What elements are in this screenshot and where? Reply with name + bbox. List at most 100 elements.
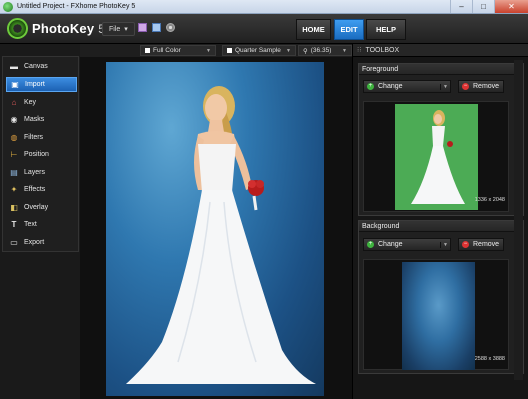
- sidebar-item-effects[interactable]: ✦ Effects: [6, 182, 77, 197]
- text-icon: T: [11, 220, 17, 229]
- sidebar-item-label: Masks: [24, 116, 45, 123]
- background-change-button[interactable]: + Change ▼: [363, 238, 451, 251]
- foreground-panel-title: Foreground ▼: [359, 64, 523, 75]
- color-swatch-icon: [145, 48, 150, 53]
- quality-select[interactable]: Quarter Sample ▼: [222, 45, 296, 56]
- window-titlebar: Untitled Project - FXhome PhotoKey 5 – □…: [0, 0, 528, 14]
- zoom-select[interactable]: ⚲ (36.35) ▼: [298, 45, 352, 56]
- filters-icon: ◍: [10, 133, 18, 142]
- logo-name: PhotoKey: [32, 21, 95, 36]
- foreground-thumbnail[interactable]: [395, 104, 478, 210]
- window-title: Untitled Project - FXhome PhotoKey 5: [17, 3, 136, 10]
- remove-label: Remove: [473, 241, 500, 248]
- foreground-title: Foreground: [362, 65, 399, 73]
- sidebar-item-key[interactable]: ⌂ Key: [6, 95, 77, 110]
- background-title: Background: [362, 222, 400, 230]
- chevron-down-icon: ▼: [286, 47, 291, 54]
- background-panel-title: Background ▼: [359, 221, 523, 232]
- key-icon: ⌂: [11, 98, 17, 107]
- sidebar-item-label: Key: [24, 99, 37, 106]
- effects-icon: ✦: [10, 185, 18, 194]
- app-icon: [3, 1, 13, 12]
- open-project-icon[interactable]: [152, 23, 161, 32]
- sidebar-item-label: Export: [24, 239, 45, 246]
- canvas-area[interactable]: [80, 57, 352, 399]
- composite-preview-image[interactable]: [106, 62, 324, 396]
- background-thumbnail[interactable]: [402, 262, 475, 370]
- sidebar-item-import[interactable]: ▣ Import: [6, 77, 77, 92]
- background-panel: Background ▼ + Change ▼ − Remove 2588 x …: [358, 220, 524, 374]
- edit-sidebar: ▬ Canvas ▣ Import ⌂ Key ◉ Masks ◍ Filter…: [2, 56, 79, 252]
- sidebar-item-canvas[interactable]: ▬ Canvas: [6, 59, 77, 74]
- toolbox-scrollbar[interactable]: [514, 60, 523, 380]
- sidebar-item-position[interactable]: ⊢ Position: [6, 147, 77, 162]
- import-icon: ▣: [11, 80, 19, 89]
- change-label: Change: [378, 241, 403, 248]
- sidebar-item-text[interactable]: T Text: [6, 217, 77, 232]
- chevron-down-icon: ▾: [124, 26, 128, 33]
- background-thumbnail-frame: 2588 x 3888: [363, 259, 509, 370]
- zoom-icon: ⚲: [303, 47, 308, 55]
- foreground-thumbnail-frame: 1336 x 2048: [363, 101, 509, 212]
- plus-icon: +: [367, 83, 374, 90]
- layers-icon: ▤: [10, 168, 18, 177]
- change-label: Change: [378, 83, 403, 90]
- tab-edit[interactable]: EDIT: [334, 19, 364, 40]
- app-header: PhotoKey 5 File ▾ HOME EDIT HELP: [0, 14, 528, 44]
- photokey-logo-icon: [7, 18, 28, 39]
- maximize-button[interactable]: □: [472, 0, 494, 13]
- sidebar-item-label: Canvas: [24, 63, 48, 70]
- sidebar-item-label: Position: [24, 151, 49, 158]
- toolbox-header: ⁝⁝ TOOLBOX: [353, 44, 528, 57]
- file-menu-label: File: [109, 25, 121, 33]
- bride-figure: [126, 86, 316, 384]
- color-mode-value: Full Color: [153, 47, 181, 54]
- export-icon: ▭: [10, 238, 18, 247]
- chevron-down-icon: ▼: [342, 47, 347, 54]
- foreground-dimensions: 1336 x 2048: [474, 197, 505, 203]
- canvas-icon: ▬: [10, 62, 18, 71]
- zoom-value: (36.35): [310, 47, 332, 54]
- quality-icon: [227, 48, 232, 53]
- toolbox-panel: ⁝⁝ TOOLBOX Foreground ▼ + Change ▼ − Rem…: [352, 44, 528, 399]
- sidebar-item-label: Import: [25, 81, 45, 88]
- app-logo: PhotoKey 5: [7, 18, 105, 39]
- remove-label: Remove: [473, 83, 500, 90]
- grip-icon[interactable]: ⁝⁝: [357, 46, 361, 54]
- minimize-button[interactable]: –: [450, 0, 472, 13]
- sidebar-item-layers[interactable]: ▤ Layers: [6, 165, 77, 180]
- minus-icon: −: [462, 83, 469, 90]
- sidebar-item-export[interactable]: ▭ Export: [6, 235, 77, 250]
- plus-icon: +: [367, 241, 374, 248]
- tab-help[interactable]: HELP: [366, 19, 406, 40]
- chevron-down-icon[interactable]: ▼: [440, 241, 450, 248]
- sidebar-item-label: Text: [24, 221, 37, 228]
- toolbox-title: TOOLBOX: [365, 46, 400, 54]
- file-menu[interactable]: File ▾: [102, 22, 135, 36]
- foreground-remove-button[interactable]: − Remove: [458, 80, 504, 93]
- window-controls: – □ ✕: [450, 0, 528, 14]
- overlay-icon: ◧: [10, 203, 18, 212]
- save-project-icon[interactable]: [166, 23, 175, 32]
- position-icon: ⊢: [10, 150, 18, 159]
- close-button[interactable]: ✕: [494, 0, 528, 13]
- sidebar-item-label: Overlay: [24, 204, 49, 211]
- foreground-panel: Foreground ▼ + Change ▼ − Remove 1336 x …: [358, 63, 524, 216]
- sidebar-item-label: Filters: [24, 134, 44, 141]
- color-mode-select[interactable]: Full Color ▼: [140, 45, 216, 56]
- tab-home[interactable]: HOME: [296, 19, 331, 40]
- background-dimensions: 2588 x 3888: [474, 356, 505, 362]
- quality-value: Quarter Sample: [235, 47, 281, 54]
- sidebar-item-label: Layers: [24, 169, 46, 176]
- new-project-icon[interactable]: [138, 23, 147, 32]
- sidebar-item-masks[interactable]: ◉ Masks: [6, 112, 77, 127]
- sidebar-item-filters[interactable]: ◍ Filters: [6, 130, 77, 145]
- chevron-down-icon[interactable]: ▼: [440, 83, 450, 90]
- minus-icon: −: [462, 241, 469, 248]
- masks-icon: ◉: [10, 115, 18, 124]
- chevron-down-icon: ▼: [206, 47, 211, 54]
- foreground-change-button[interactable]: + Change ▼: [363, 80, 451, 93]
- options-bar: Full Color ▼ Quarter Sample ▼ ⚲ (36.35) …: [80, 44, 352, 57]
- sidebar-item-overlay[interactable]: ◧ Overlay: [6, 200, 77, 215]
- background-remove-button[interactable]: − Remove: [458, 238, 504, 251]
